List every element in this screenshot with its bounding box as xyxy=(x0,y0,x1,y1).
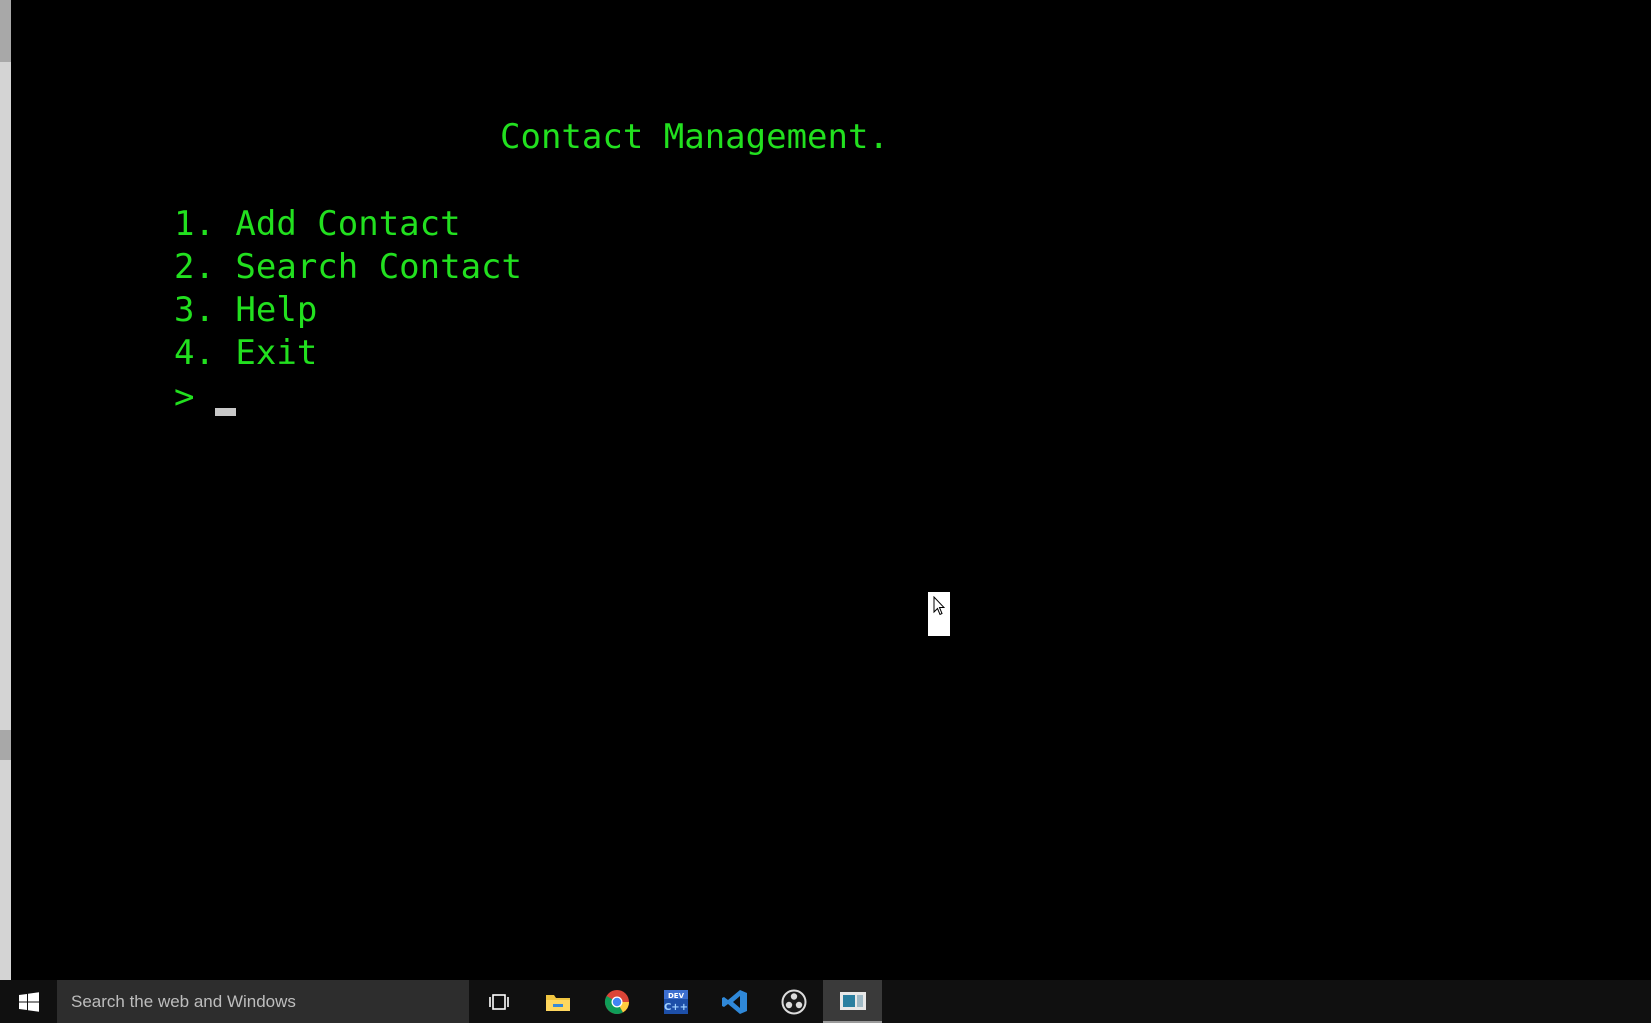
taskbar-search-input[interactable]: Search the web and Windows xyxy=(57,980,469,1023)
menu-item-search-contact: 2. Search Contact xyxy=(174,247,522,287)
desktop-screen: Contact Management. 1. Add Contact 2. Se… xyxy=(0,0,1651,1023)
console-app-icon[interactable] xyxy=(823,980,882,1023)
task-view-icon[interactable] xyxy=(469,980,528,1023)
obs-icon[interactable] xyxy=(764,980,823,1023)
console-window[interactable]: Contact Management. 1. Add Contact 2. Se… xyxy=(11,0,1651,980)
svg-text:C++: C++ xyxy=(663,1002,687,1013)
text-cursor[interactable] xyxy=(215,408,236,416)
taskbar: Search the web and Windows DEV C++ xyxy=(0,980,1651,1023)
chrome-icon[interactable] xyxy=(587,980,646,1023)
console-title: Contact Management. xyxy=(500,117,889,157)
svg-text:DEV: DEV xyxy=(667,992,684,1000)
menu-item-add-contact: 1. Add Contact xyxy=(174,204,461,244)
menu-item-exit: 4. Exit xyxy=(174,333,318,373)
dev-cpp-icon[interactable]: DEV C++ xyxy=(646,980,705,1023)
window-edge xyxy=(0,0,11,980)
console-menu: 1. Add Contact 2. Search Contact 3. Help… xyxy=(174,203,522,375)
file-explorer-icon[interactable] xyxy=(528,980,587,1023)
visual-studio-code-icon[interactable] xyxy=(705,980,764,1023)
windows-start-icon[interactable] xyxy=(0,980,57,1023)
menu-item-help: 3. Help xyxy=(174,290,318,330)
input-prompt: > xyxy=(174,377,195,417)
mouse-pointer-icon xyxy=(928,592,950,636)
